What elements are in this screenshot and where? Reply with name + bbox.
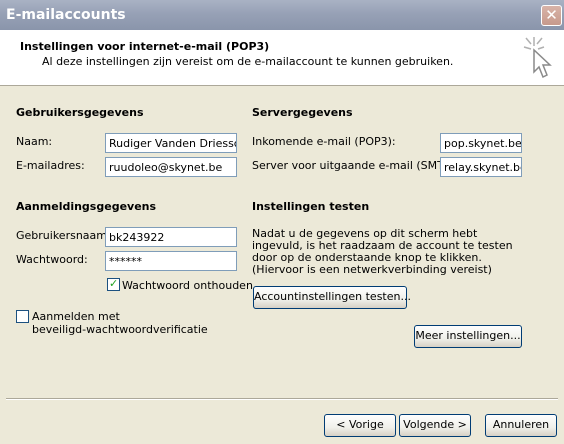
page-subtitle: Al deze instellingen zijn vereist om de …: [42, 55, 454, 68]
close-icon: ✕: [545, 6, 558, 24]
spa-label-line2: beveiligd-wachtwoordverificatie: [32, 323, 208, 336]
cancel-button[interactable]: Annuleren: [485, 414, 557, 437]
remember-password-checkbox[interactable]: ✓: [107, 277, 120, 291]
next-button[interactable]: Volgende >: [399, 414, 471, 437]
title-bar: E-mailaccounts ✕: [0, 0, 564, 30]
back-button[interactable]: < Vorige: [324, 414, 396, 437]
login-section-title: Aanmeldingsgegevens: [16, 200, 157, 213]
outgoing-server-field[interactable]: relay.skynet.be: [440, 157, 522, 177]
spa-label-line1: Aanmelden met: [32, 310, 120, 323]
username-field[interactable]: bk243922: [105, 227, 237, 247]
page-title: Instellingen voor internet-e-mail (POP3): [20, 40, 270, 53]
test-description: Nadat u de gegevens op dit scherm hebt i…: [252, 227, 513, 276]
incoming-server-field[interactable]: pop.skynet.be: [440, 133, 522, 153]
footer-divider: [6, 398, 558, 400]
user-section-title: Gebruikersgegevens: [16, 106, 144, 119]
outgoing-server-label: Server voor uitgaande e-mail (SMTP):: [252, 159, 459, 172]
password-label: Wachtwoord:: [16, 253, 88, 266]
name-field[interactable]: Rudiger Vanden Driessche: [105, 133, 237, 153]
server-section-title: Servergegevens: [252, 106, 353, 119]
wizard-header: Instellingen voor internet-e-mail (POP3)…: [0, 30, 564, 86]
email-label: E-mailadres:: [16, 159, 85, 172]
incoming-server-label: Inkomende e-mail (POP3):: [252, 135, 396, 148]
test-section-title: Instellingen testen: [252, 200, 370, 213]
spa-checkbox[interactable]: [16, 310, 29, 323]
test-account-button[interactable]: Accountinstellingen testen...: [253, 286, 411, 309]
more-settings-button[interactable]: Meer instellingen...: [414, 325, 522, 348]
password-field[interactable]: ******: [105, 251, 237, 271]
close-button[interactable]: ✕: [541, 5, 562, 26]
remember-password-label: Wachtwoord onthouden: [122, 279, 253, 292]
checkmark-icon: ✓: [109, 277, 119, 290]
window-title: E-mailaccounts: [6, 7, 126, 23]
username-label: Gebruikersnaam:: [16, 229, 111, 242]
email-field[interactable]: ruudoleo@skynet.be: [105, 157, 237, 177]
cursor-sparkle-icon: [523, 37, 552, 79]
name-label: Naam:: [16, 135, 53, 148]
